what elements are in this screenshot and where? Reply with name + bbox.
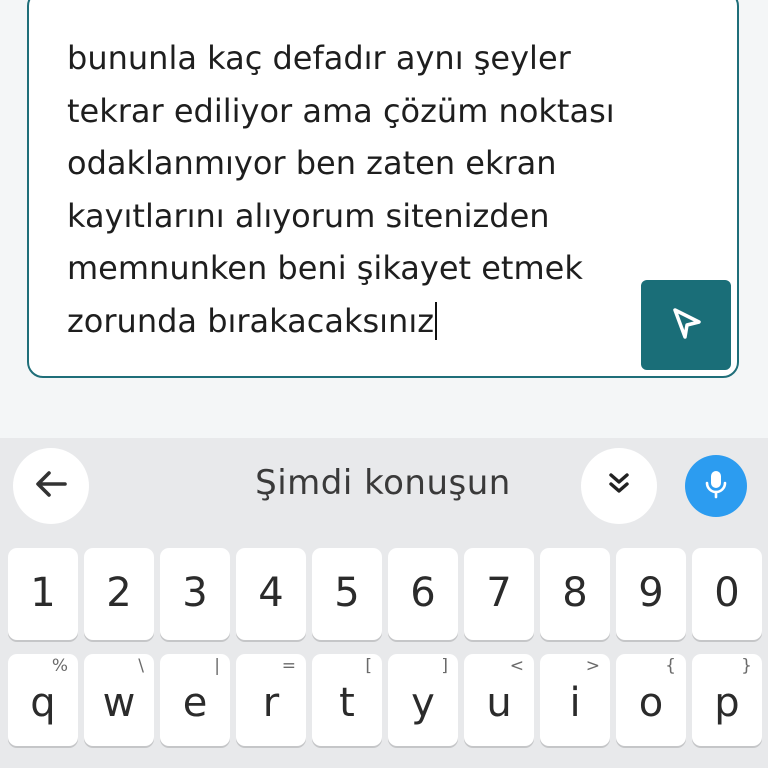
message-line-4: kayıtlarını alıyorum sitenizden bbox=[67, 196, 550, 235]
key-7[interactable]: 7 bbox=[464, 548, 534, 640]
key-p[interactable]: } p bbox=[692, 654, 762, 746]
message-line-2: tekrar ediliyor ama çözüm noktası bbox=[67, 91, 615, 130]
key-4[interactable]: 4 bbox=[236, 548, 306, 640]
key-hint: < bbox=[509, 656, 524, 676]
message-line-6: zorunda bırakacaksınız bbox=[67, 301, 434, 340]
send-button[interactable] bbox=[641, 280, 731, 370]
key-y[interactable]: ] y bbox=[388, 654, 458, 746]
collapse-chevrons-icon bbox=[604, 469, 634, 503]
voice-prompt: Şimdi konuşun bbox=[255, 463, 511, 503]
message-input-box[interactable]: bununla kaç defadır aynı şeyler tekrar e… bbox=[27, 0, 739, 378]
key-hint: | bbox=[214, 656, 220, 676]
key-9[interactable]: 9 bbox=[616, 548, 686, 640]
message-line-3: odaklanmıyor ben zaten ekran bbox=[67, 144, 557, 182]
key-6[interactable]: 6 bbox=[388, 548, 458, 640]
key-e[interactable]: | e bbox=[160, 654, 230, 746]
key-t[interactable]: [t bbox=[312, 654, 382, 746]
collapse-keyboard-button[interactable] bbox=[581, 448, 657, 524]
key-i[interactable]: > i bbox=[540, 654, 610, 746]
key-hint: = bbox=[281, 656, 296, 676]
key-hint: \ bbox=[138, 656, 144, 676]
key-u[interactable]: < u bbox=[464, 654, 534, 746]
text-caret bbox=[435, 301, 437, 340]
key-hint: } bbox=[741, 656, 752, 676]
key-hint: ] bbox=[441, 656, 448, 676]
key-0[interactable]: 0 bbox=[692, 548, 762, 640]
key-5[interactable]: 5 bbox=[312, 548, 382, 640]
back-arrow-icon bbox=[31, 464, 71, 508]
key-q[interactable]: % q bbox=[8, 654, 78, 746]
key-1[interactable]: 1 bbox=[8, 548, 78, 640]
key-2[interactable]: 2 bbox=[84, 548, 154, 640]
key-r[interactable]: = r bbox=[236, 654, 306, 746]
onscreen-keyboard: Şimdi konuşun 1 2 3 4 5 6 7 8 9 0 % q \ … bbox=[0, 438, 768, 768]
microphone-icon bbox=[699, 467, 733, 505]
key-w[interactable]: \ w bbox=[84, 654, 154, 746]
key-hint: > bbox=[585, 656, 600, 676]
key-3[interactable]: 3 bbox=[160, 548, 230, 640]
key-hint: { bbox=[665, 656, 676, 676]
keyboard-voice-toolbar: Şimdi konuşun bbox=[0, 438, 768, 536]
message-text[interactable]: bununla kaç defadır aynı şeyler tekrar e… bbox=[67, 32, 627, 347]
key-hint: % bbox=[51, 656, 68, 676]
message-line-5: memnunken beni şikayet etmek bbox=[67, 249, 583, 287]
key-hint: [ bbox=[365, 656, 372, 676]
back-button[interactable] bbox=[13, 448, 89, 524]
key-8[interactable]: 8 bbox=[540, 548, 610, 640]
message-line-1: bununla kaç defadır aynı şeyler bbox=[67, 39, 571, 77]
microphone-button[interactable] bbox=[685, 455, 747, 517]
send-arrow-icon bbox=[666, 303, 706, 347]
key-o[interactable]: {o bbox=[616, 654, 686, 746]
